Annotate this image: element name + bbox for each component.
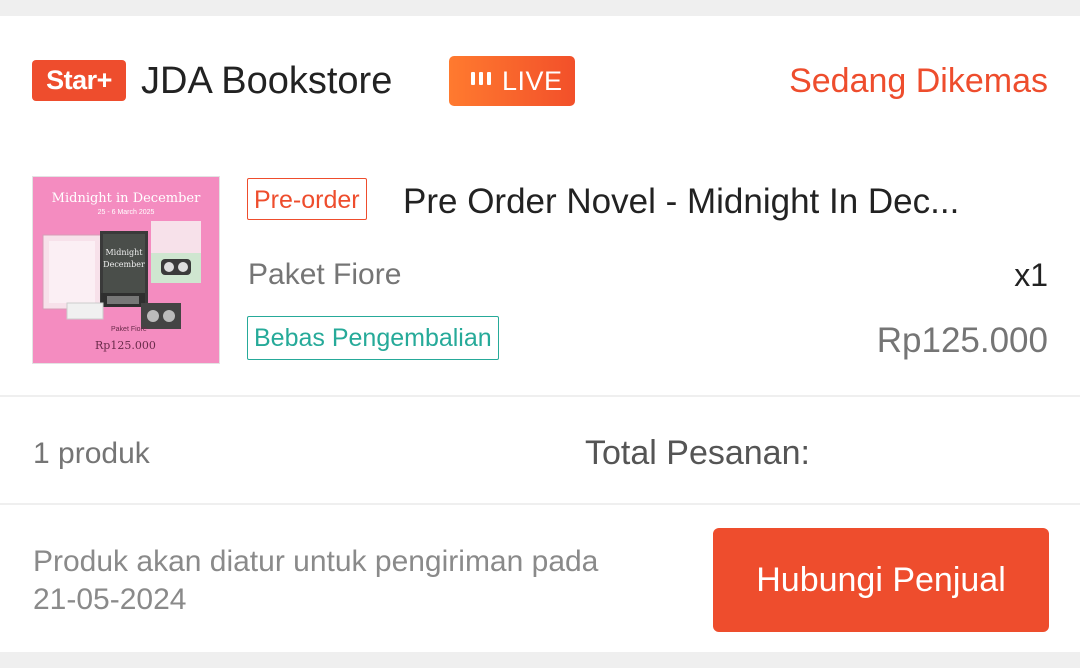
live-badge[interactable]: LIVE <box>449 56 575 106</box>
product-price: Rp125.000 <box>876 321 1048 360</box>
preorder-tag: Pre-order <box>247 178 367 220</box>
product-name[interactable]: Pre Order Novel - Midnight In Dec... <box>403 178 1048 226</box>
shipping-date: 21-05-2024 <box>33 583 187 616</box>
free-return-tag: Bebas Pengembalian <box>247 316 499 360</box>
svg-text:December: December <box>103 260 145 269</box>
product-quantity: x1 <box>1014 257 1048 293</box>
shop-header: Star+ JDA Bookstore LIVE Sedang Dikemas <box>32 56 1048 106</box>
book-bundle-illustration: Midnight December <box>42 221 201 329</box>
order-status: Sedang Dikemas <box>789 62 1048 100</box>
product-count: 1 produk <box>33 437 150 470</box>
shipping-note: Produk akan diatur untuk pengiriman pada… <box>33 543 703 619</box>
shipping-note-text: Produk akan diatur untuk pengiriman pada <box>33 545 599 578</box>
divider <box>0 503 1080 505</box>
live-bars-icon <box>471 72 493 88</box>
product-variation: Paket Fiore <box>248 258 402 291</box>
live-label: LIVE <box>502 66 563 96</box>
contact-seller-button[interactable]: Hubungi Penjual <box>713 528 1049 632</box>
divider <box>0 395 1080 397</box>
svg-text:Midnight: Midnight <box>105 248 143 257</box>
shop-name[interactable]: JDA Bookstore <box>141 56 392 106</box>
star-plus-badge: Star+ <box>32 60 126 101</box>
image-package-text: Paket Fiore <box>111 326 147 333</box>
image-price-text: Rp125.000 <box>95 339 156 352</box>
order-total-label: Total Pesanan: <box>585 434 810 472</box>
product-image[interactable]: Midnight in December 25 - 6 March 2025 M… <box>32 176 220 364</box>
